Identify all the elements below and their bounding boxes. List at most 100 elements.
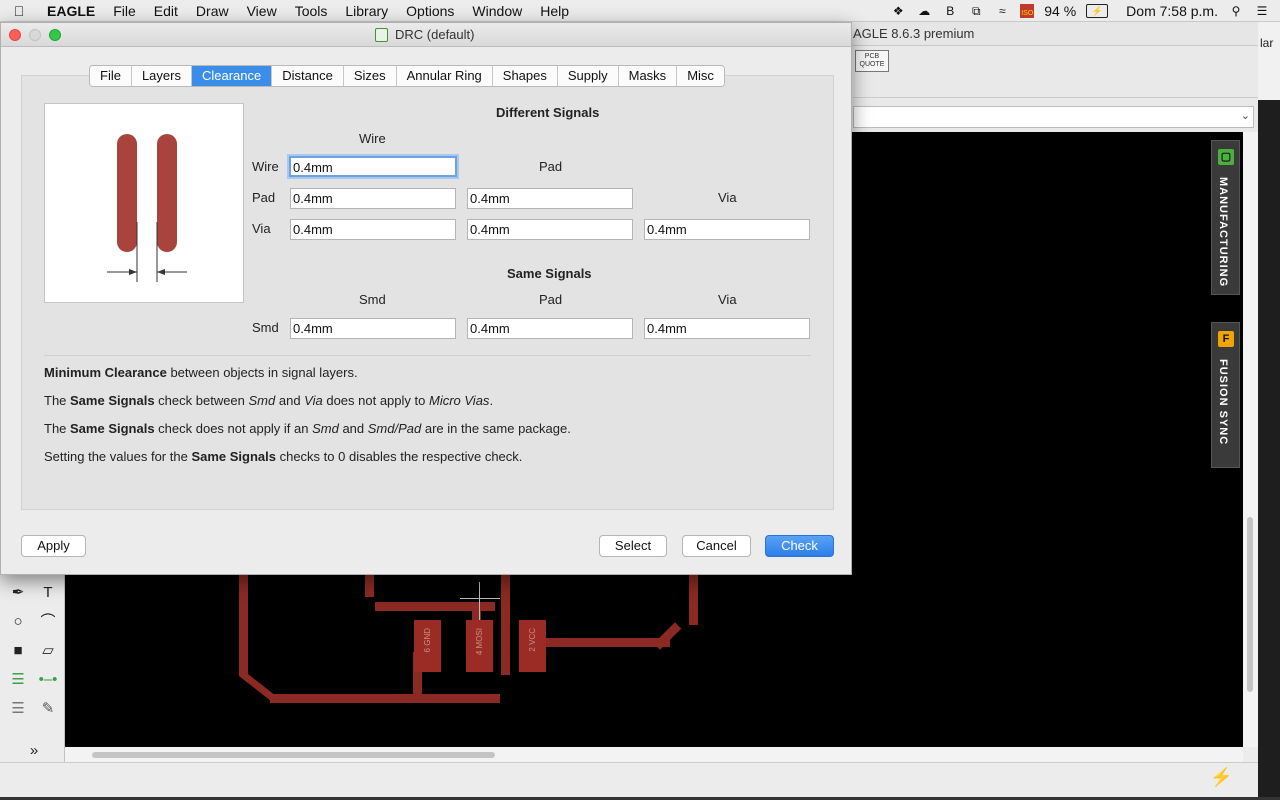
command-line-input[interactable]: ⌄	[853, 106, 1254, 128]
pad-label: 4 MOSI	[475, 628, 484, 655]
menu-view[interactable]: View	[238, 0, 286, 22]
apple-menu-icon[interactable]: 	[0, 0, 38, 22]
menu-draw[interactable]: Draw	[187, 0, 238, 22]
note-bold: Same Signals	[191, 449, 276, 464]
menu-tools[interactable]: Tools	[286, 0, 337, 22]
apply-button[interactable]: Apply	[21, 535, 86, 557]
clearance-illustration	[44, 103, 244, 303]
menu-app-eagle[interactable]: EAGLE	[38, 0, 104, 22]
smd-smd-clearance-field[interactable]: 0.4mm	[290, 318, 456, 339]
cancel-button[interactable]: Cancel	[682, 535, 751, 557]
tab-clearance[interactable]: Clearance	[191, 66, 273, 86]
dialog-title-bar[interactable]: DRC (default)	[1, 23, 851, 47]
vertical-scroll-thumb[interactable]	[1247, 517, 1253, 692]
tab-annular-ring[interactable]: Annular Ring	[396, 66, 493, 86]
via-pad-clearance-field[interactable]: 0.4mm	[467, 219, 633, 240]
row-via-label: Via	[252, 221, 271, 236]
pad-pad-clearance-field[interactable]: 0.4mm	[467, 188, 633, 209]
menu-library[interactable]: Library	[336, 0, 397, 22]
cloud-sync-icon[interactable]: ☁	[916, 4, 932, 18]
manufacturing-label: MANUFACTURING	[1217, 177, 1229, 288]
tab-layers[interactable]: Layers	[131, 66, 192, 86]
select-button[interactable]: Select	[599, 535, 667, 557]
column-pad-label: Pad	[539, 159, 563, 174]
wire-tool-icon[interactable]: ✒	[7, 583, 29, 603]
lightning-icon[interactable]: ⚡	[1210, 767, 1232, 788]
route-tool-icon[interactable]: •–•	[37, 670, 59, 690]
wifi-icon[interactable]: ≈	[994, 4, 1010, 18]
vertical-scrollbar[interactable]	[1243, 132, 1258, 747]
crosshair-cursor	[479, 582, 480, 620]
drc-tab-bar: File Layers Clearance Distance Sizes Ann…	[89, 65, 725, 87]
menu-options[interactable]: Options	[397, 0, 463, 22]
menu-file[interactable]: File	[104, 0, 145, 22]
minimize-window-button[interactable]	[29, 29, 41, 41]
note-bold: Same Signals	[70, 393, 155, 408]
tab-misc[interactable]: Misc	[677, 66, 724, 86]
tab-file[interactable]: File	[90, 66, 132, 86]
polygon-tool-icon[interactable]: ▱	[37, 641, 59, 661]
row-wire-label: Wire	[252, 159, 279, 174]
tab-supply[interactable]: Supply	[557, 66, 619, 86]
menu-edit[interactable]: Edit	[145, 0, 187, 22]
pad-pin: 2	[528, 647, 537, 652]
column-smd-label: Smd	[359, 292, 386, 307]
zoom-window-button[interactable]	[49, 29, 61, 41]
chevron-down-icon[interactable]: ⌄	[1241, 109, 1250, 122]
note-text: check between	[154, 393, 249, 408]
pad-name: GND	[423, 628, 432, 646]
tab-shapes[interactable]: Shapes	[492, 66, 558, 86]
column-via-label: Via	[718, 292, 737, 307]
spotlight-search-icon[interactable]: ⚲	[1228, 4, 1244, 18]
check-button[interactable]: Check	[765, 535, 834, 557]
wire-wire-clearance-field[interactable]: 0.4mm	[289, 156, 457, 177]
clock[interactable]: Dom 7:58 p.m.	[1126, 3, 1218, 19]
horizontal-scroll-thumb[interactable]	[92, 752, 495, 758]
pad-pin: 4	[475, 650, 484, 656]
drc-dialog: DRC (default) File Layers Clearance Dist…	[0, 22, 852, 575]
pcb-trace	[239, 667, 274, 704]
row-smd-label: Smd	[252, 320, 279, 335]
note-text: .	[489, 393, 494, 408]
screen-share-icon[interactable]: ⧉	[968, 4, 984, 18]
manufacturing-side-tab[interactable]: ▢ MANUFACTURING	[1211, 140, 1240, 295]
expand-toolbar-icon[interactable]: »	[23, 741, 45, 761]
bluetooth-icon[interactable]: B	[942, 4, 958, 18]
menu-window[interactable]: Window	[463, 0, 531, 22]
circle-tool-icon[interactable]: ○	[7, 612, 29, 632]
pad-wire-clearance-field[interactable]: 0.4mm	[290, 188, 456, 209]
tab-distance[interactable]: Distance	[272, 66, 344, 86]
note-text: does not apply to	[322, 393, 429, 408]
same-signals-heading: Same Signals	[507, 266, 592, 281]
battery-charging-icon[interactable]: ⚡	[1086, 4, 1109, 18]
notification-center-icon[interactable]: ☰	[1254, 4, 1270, 18]
pcb-quote-button[interactable]: PCB QUOTE	[855, 50, 889, 72]
smd-via-clearance-field[interactable]: 0.4mm	[644, 318, 810, 339]
input-flag-icon[interactable]: ISO	[1020, 4, 1035, 18]
stack-tool-icon[interactable]: ☰	[7, 699, 29, 719]
close-window-button[interactable]	[9, 29, 21, 41]
pad-name: VCC	[528, 628, 537, 645]
horizontal-scrollbar[interactable]	[65, 747, 1243, 762]
manufacturing-icon: ▢	[1218, 149, 1234, 165]
note-text: Setting the values for the	[44, 449, 192, 464]
fusion-icon: F	[1218, 331, 1234, 347]
text-tool-icon[interactable]: T	[37, 583, 59, 603]
tab-masks[interactable]: Masks	[618, 66, 678, 86]
smd-pad-clearance-field[interactable]: 0.4mm	[467, 318, 633, 339]
note-italic: Via	[304, 393, 323, 408]
via-via-clearance-field[interactable]: 0.4mm	[644, 219, 810, 240]
row-pad-label: Pad	[252, 190, 276, 205]
tab-sizes[interactable]: Sizes	[343, 66, 397, 86]
dropbox-icon[interactable]: ❖	[890, 4, 906, 18]
fusion-sync-side-tab[interactable]: F FUSION SYNC	[1211, 322, 1240, 468]
battery-percent[interactable]: 94 %	[1044, 3, 1076, 19]
layers-tool-icon[interactable]: ☰	[7, 670, 29, 690]
via-wire-clearance-field[interactable]: 0.4mm	[290, 219, 456, 240]
rectangle-tool-icon[interactable]: ■	[7, 641, 29, 661]
arc-tool-icon[interactable]: ⌒	[37, 612, 59, 632]
menu-help[interactable]: Help	[531, 0, 578, 22]
note-bold: Minimum Clearance	[44, 365, 167, 380]
attribute-tool-icon[interactable]: ✎	[37, 699, 59, 719]
pcb-trace	[689, 575, 698, 625]
